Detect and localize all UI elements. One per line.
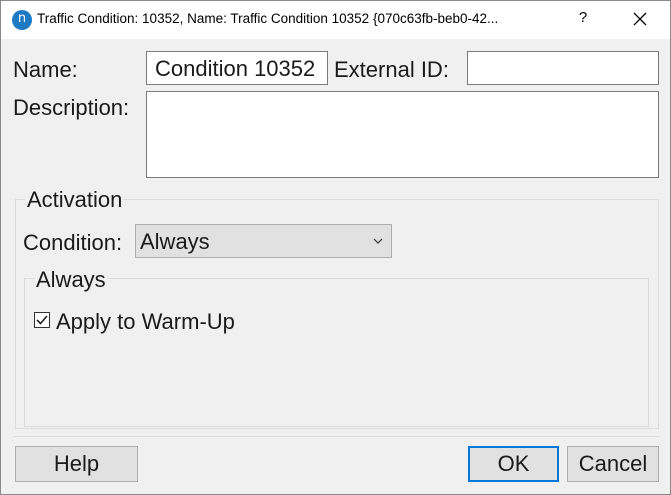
always-groupbox	[24, 278, 649, 427]
external-id-label: External ID:	[334, 57, 449, 82]
help-button[interactable]: Help	[15, 446, 138, 482]
apply-warmup-label[interactable]: Apply to Warm-Up	[56, 309, 235, 335]
title-bar[interactable]: n Traffic Condition: 10352, Name: Traffi…	[1, 1, 670, 39]
condition-label: Condition:	[23, 230, 123, 255]
footer-divider	[14, 436, 659, 437]
checkmark-icon	[36, 315, 48, 325]
close-icon[interactable]	[631, 10, 649, 28]
condition-select-value: Always	[140, 229, 210, 254]
description-label: Description:	[13, 95, 130, 120]
apply-warmup-checkbox[interactable]	[34, 312, 50, 328]
ok-button[interactable]: OK	[468, 446, 559, 482]
always-group-title: Always	[34, 267, 108, 293]
app-icon-letter: n	[17, 11, 27, 26]
name-input-value: Condition 10352	[155, 56, 316, 81]
window-title: Traffic Condition: 10352, Name: Traffic …	[37, 11, 499, 26]
condition-select[interactable]: Always	[135, 224, 392, 258]
dialog-window: n Traffic Condition: 10352, Name: Traffi…	[0, 0, 671, 495]
description-textarea[interactable]	[146, 91, 659, 178]
external-id-input[interactable]	[467, 51, 659, 85]
app-icon: n	[12, 10, 32, 30]
help-icon[interactable]: ?	[575, 9, 591, 29]
cancel-button[interactable]: Cancel	[567, 446, 659, 482]
name-input[interactable]: Condition 10352	[146, 51, 328, 85]
chevron-down-icon	[373, 238, 383, 244]
name-label: Name:	[13, 57, 78, 82]
activation-group-title: Activation	[25, 187, 125, 213]
